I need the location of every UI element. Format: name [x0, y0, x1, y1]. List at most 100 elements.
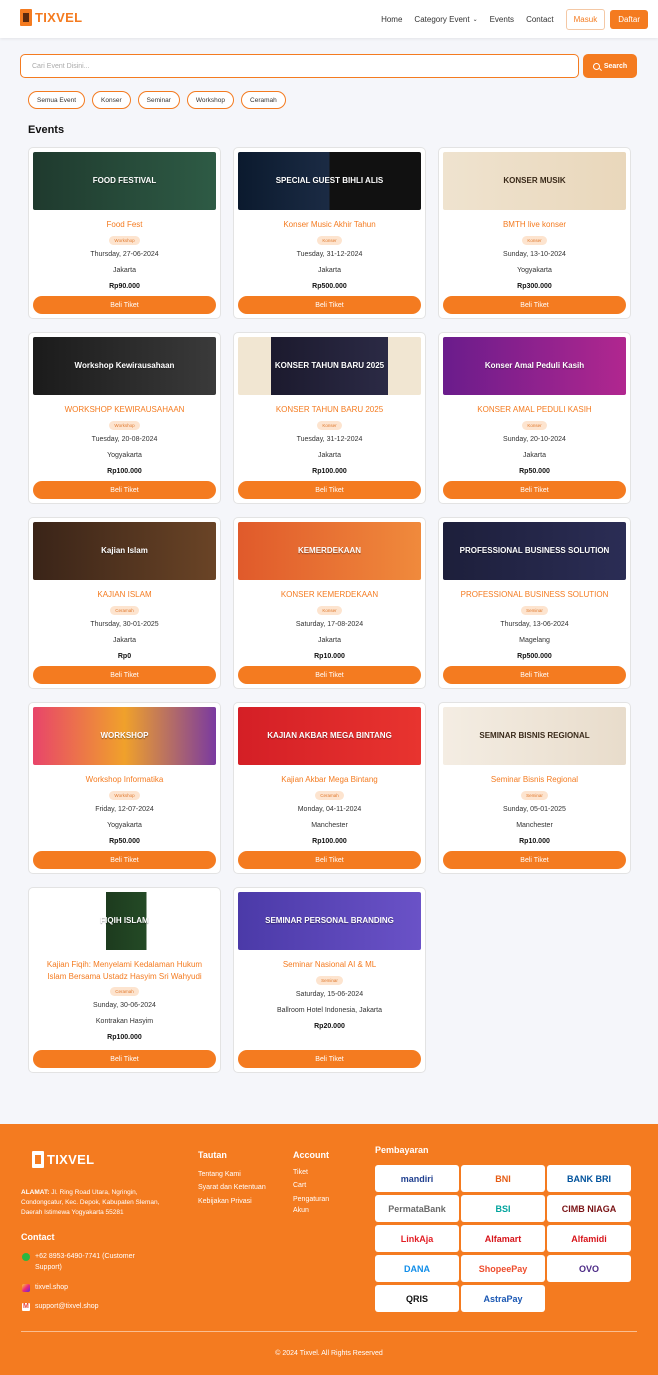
buy-ticket-button[interactable]: Beli Tiket — [33, 666, 216, 684]
event-banner-image[interactable]: FOOD FESTIVAL — [33, 152, 216, 210]
search-input[interactable]: Cari Event Disini... — [20, 54, 579, 78]
contact-phone[interactable]: +62 8953-6490-7741 (Customer Support) — [22, 1252, 162, 1273]
link-tentang-kami[interactable]: Tentang Kami — [198, 1170, 241, 1181]
buy-ticket-button[interactable]: Beli Tiket — [33, 851, 216, 869]
buy-ticket-button[interactable]: Beli Tiket — [33, 481, 216, 499]
event-card[interactable]: SPECIAL GUEST BIHLI ALIS Konser Music Ak… — [233, 147, 426, 319]
event-price: Rp10.000 — [519, 837, 550, 845]
event-card[interactable]: KONSER MUSIK BMTH live konser Konser Sun… — [438, 147, 631, 319]
filter-all[interactable]: Semua Event — [28, 91, 86, 109]
event-date: Sunday, 20-10-2024 — [503, 435, 566, 443]
buy-ticket-button[interactable]: Beli Tiket — [238, 851, 421, 869]
event-banner-image[interactable]: SPECIAL GUEST BIHLI ALIS — [238, 152, 421, 210]
search-icon — [592, 62, 600, 70]
address-label: ALAMAT: — [21, 1189, 50, 1196]
event-banner-image[interactable]: KAJIAN AKBAR MEGA BINTANG — [238, 707, 421, 765]
event-banner-image[interactable]: KONSER MUSIK — [443, 152, 626, 210]
event-title[interactable]: KONSER AMAL PEDULI KASIH — [469, 404, 599, 416]
event-banner-image[interactable]: KONSER TAHUN BARU 2025 — [238, 337, 421, 395]
event-date: Monday, 04-11-2024 — [297, 805, 362, 813]
link-syarat[interactable]: Syarat dan Ketentuan — [198, 1183, 266, 1194]
buy-ticket-button[interactable]: Beli Tiket — [443, 666, 626, 684]
event-card[interactable]: KAJIAN AKBAR MEGA BINTANG Kajian Akbar M… — [233, 702, 426, 874]
event-price: Rp100.000 — [107, 467, 142, 475]
search-button[interactable]: Search — [583, 54, 637, 78]
filter-workshop[interactable]: Workshop — [186, 91, 235, 109]
login-button[interactable]: Masuk — [565, 9, 606, 30]
instagram-text: tixvel.shop — [35, 1284, 69, 1291]
nav-contact[interactable]: Contact — [526, 15, 554, 24]
event-title[interactable]: BMTH live konser — [495, 219, 574, 231]
event-title[interactable]: Kajian Fiqih: Menyelami Kedalaman Hukum … — [29, 959, 220, 982]
brand-logo[interactable]: TIXVEL — [20, 9, 82, 26]
gmail-icon — [22, 1302, 30, 1313]
event-banner-image[interactable]: FIQIH ISLAM — [33, 892, 216, 950]
buy-ticket-button[interactable]: Beli Tiket — [443, 481, 626, 499]
contact-email[interactable]: support@tixvel.shop — [22, 1302, 99, 1313]
buy-ticket-button[interactable]: Beli Tiket — [238, 1050, 421, 1068]
footer-address: ALAMAT: Jl. Ring Road Utara, Ngringin, C… — [21, 1188, 179, 1218]
event-price: Rp100.000 — [312, 837, 347, 845]
nav-events[interactable]: Events — [490, 15, 514, 24]
buy-ticket-button[interactable]: Beli Tiket — [238, 296, 421, 314]
event-card[interactable]: KEMERDEKAAN KONSER KEMERDEKAAN Konser Sa… — [233, 517, 426, 689]
buy-ticket-button[interactable]: Beli Tiket — [33, 1050, 216, 1068]
event-card[interactable]: Konser Amal Peduli Kasih KONSER AMAL PED… — [438, 332, 631, 504]
link-tiket[interactable]: Tiket — [293, 1168, 308, 1179]
nav-category-label: Category Event — [414, 15, 470, 24]
buy-ticket-button[interactable]: Beli Tiket — [443, 296, 626, 314]
event-card[interactable]: PROFESSIONAL BUSINESS SOLUTION PROFESSIO… — [438, 517, 631, 689]
event-category-badge: Konser — [317, 235, 342, 245]
event-category-badge: Seminar — [521, 605, 548, 615]
payment-logo: AstraPay — [461, 1285, 545, 1312]
event-price: Rp50.000 — [519, 467, 550, 475]
event-date: Sunday, 30-06-2024 — [93, 1002, 156, 1010]
event-banner-image[interactable]: Kajian Islam — [33, 522, 216, 580]
event-title[interactable]: KONSER KEMERDEKAAN — [273, 589, 386, 601]
event-banner-image[interactable]: Workshop Kewirausahaan — [33, 337, 216, 395]
event-title[interactable]: Kajian Akbar Mega Bintang — [273, 774, 386, 786]
event-title[interactable]: WORKSHOP KEWIRAUSAHAAN — [57, 404, 193, 416]
event-title[interactable]: KAJIAN ISLAM — [89, 589, 159, 601]
filter-seminar[interactable]: Seminar — [137, 91, 180, 109]
event-card[interactable]: FIQIH ISLAM Kajian Fiqih: Menyelami Keda… — [28, 887, 221, 1073]
event-title[interactable]: PROFESSIONAL BUSINESS SOLUTION — [453, 589, 617, 601]
buy-ticket-button[interactable]: Beli Tiket — [238, 666, 421, 684]
link-pengaturan-akun[interactable]: Pengaturan Akun — [293, 1195, 343, 1216]
event-card[interactable]: SEMINAR PERSONAL BRANDING Seminar Nasion… — [233, 887, 426, 1073]
event-banner-image[interactable]: KEMERDEKAAN — [238, 522, 421, 580]
contact-instagram[interactable]: tixvel.shop — [22, 1283, 68, 1294]
event-title[interactable]: Seminar Nasional AI & ML — [275, 959, 384, 971]
event-banner-text: SEMINAR BISNIS REGIONAL — [479, 730, 590, 740]
event-banner-image[interactable]: PROFESSIONAL BUSINESS SOLUTION — [443, 522, 626, 580]
event-banner-image[interactable]: SEMINAR BISNIS REGIONAL — [443, 707, 626, 765]
event-banner-image[interactable]: WORKSHOP — [33, 707, 216, 765]
event-title[interactable]: Food Fest — [98, 219, 150, 231]
link-kebijakan[interactable]: Kebijakan Privasi — [198, 1197, 252, 1208]
event-card[interactable]: WORKSHOP Workshop Informatika Workshop F… — [28, 702, 221, 874]
event-category-badge: Seminar — [521, 790, 548, 800]
filter-ceramah[interactable]: Ceramah — [241, 91, 286, 109]
event-card[interactable]: Kajian Islam KAJIAN ISLAM Ceramah Thursd… — [28, 517, 221, 689]
event-title[interactable]: Konser Music Akhir Tahun — [275, 219, 383, 231]
logo-icon — [32, 1151, 44, 1168]
event-title[interactable]: Seminar Bisnis Regional — [483, 774, 586, 786]
event-banner-image[interactable]: SEMINAR PERSONAL BRANDING — [238, 892, 421, 950]
event-card[interactable]: SEMINAR BISNIS REGIONAL Seminar Bisnis R… — [438, 702, 631, 874]
buy-ticket-button[interactable]: Beli Tiket — [33, 296, 216, 314]
buy-ticket-button[interactable]: Beli Tiket — [443, 851, 626, 869]
event-title[interactable]: KONSER TAHUN BARU 2025 — [268, 404, 391, 416]
event-card[interactable]: KONSER TAHUN BARU 2025 KONSER TAHUN BARU… — [233, 332, 426, 504]
event-title[interactable]: Workshop Informatika — [78, 774, 172, 786]
event-banner-text: Workshop Kewirausahaan — [74, 360, 175, 370]
event-card[interactable]: FOOD FESTIVAL Food Fest Workshop Thursda… — [28, 147, 221, 319]
payment-logo: BSI — [461, 1195, 545, 1222]
event-banner-image[interactable]: Konser Amal Peduli Kasih — [443, 337, 626, 395]
filter-konser[interactable]: Konser — [92, 91, 131, 109]
nav-category-event[interactable]: Category Event ⌄ — [414, 15, 477, 24]
buy-ticket-button[interactable]: Beli Tiket — [238, 481, 421, 499]
nav-home[interactable]: Home — [381, 15, 402, 24]
link-cart[interactable]: Cart — [293, 1181, 306, 1192]
event-card[interactable]: Workshop Kewirausahaan WORKSHOP KEWIRAUS… — [28, 332, 221, 504]
register-button[interactable]: Daftar — [610, 10, 648, 29]
